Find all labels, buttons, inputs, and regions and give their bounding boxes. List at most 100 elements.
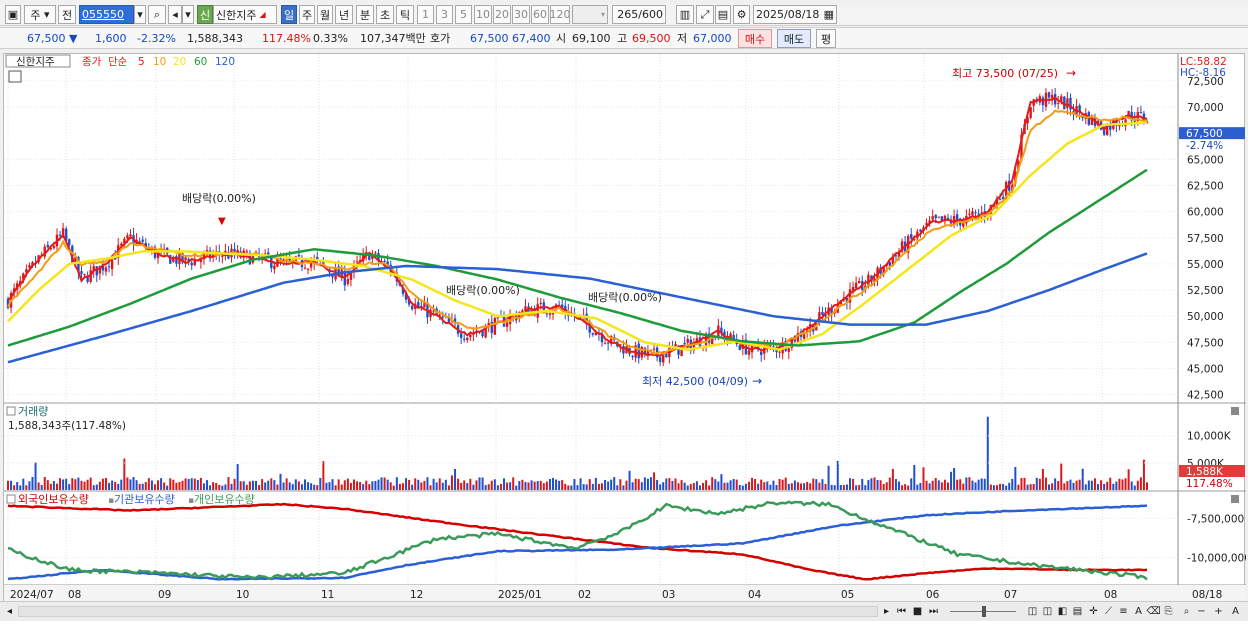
trendline-icon[interactable]: ⟋ <box>1102 604 1115 619</box>
scroll-right-icon[interactable]: ▸ <box>880 604 893 619</box>
minute-option-120[interactable]: 120 <box>550 5 570 24</box>
zoom-slider-thumb[interactable] <box>982 606 986 617</box>
zoom-in-icon[interactable]: + <box>1212 604 1225 619</box>
period-year[interactable]: 년 <box>335 5 353 24</box>
high-annotation: 최고 73,500 (07/25) <box>952 67 1058 80</box>
draw-tool-icon[interactable]: ⤢ <box>696 5 714 24</box>
minute-option-60[interactable]: 60 <box>531 5 549 24</box>
volume-bar <box>729 480 732 490</box>
last-page-icon[interactable]: ⏭ <box>927 604 940 619</box>
sell-button[interactable]: 매도 <box>777 29 811 48</box>
speaker-icon[interactable]: ◂ <box>168 5 182 24</box>
eval-button[interactable]: 평 <box>816 29 836 48</box>
stock-chart-svg[interactable]: 72,50070,00065,00062,50060,00057,50055,0… <box>4 54 1246 602</box>
volume-bar <box>59 478 62 490</box>
period-day[interactable]: 일 <box>281 5 297 24</box>
volume-bar <box>212 482 215 490</box>
scroll-track[interactable] <box>18 606 878 617</box>
volume-bar <box>1118 478 1121 490</box>
volume-bar <box>215 483 218 490</box>
period-month[interactable]: 월 <box>317 5 333 24</box>
speaker-dropdown[interactable]: ▾ <box>182 5 194 24</box>
volume-bar <box>435 482 438 490</box>
stock-code-dropdown[interactable]: ▾ <box>134 5 146 24</box>
font-size-icon[interactable]: A <box>1229 604 1242 619</box>
window-menu-icon[interactable]: ▣ <box>5 5 21 24</box>
period-week[interactable]: 주 <box>299 5 315 24</box>
zoom-icon[interactable]: ⌕ <box>1180 604 1193 619</box>
volume-bar <box>977 479 980 490</box>
minute-option-10[interactable]: 10 <box>474 5 492 24</box>
stock-code-input[interactable]: 055550 <box>79 5 134 24</box>
prev-button[interactable]: 전 <box>58 5 76 24</box>
date-picker[interactable]: 2025/08/18 ▦ <box>753 5 837 24</box>
search-icon[interactable]: ⌕ <box>148 5 166 24</box>
layout-2-icon[interactable]: ◫ <box>1041 604 1054 619</box>
volume-bar <box>600 483 603 490</box>
volume-bar <box>888 477 891 490</box>
volume-bar <box>760 479 763 490</box>
period-minute[interactable]: 분 <box>356 5 374 24</box>
candle-body <box>221 255 224 257</box>
period-second[interactable]: 초 <box>376 5 394 24</box>
fibo-icon[interactable]: ≡ <box>1117 604 1130 619</box>
volume-bar <box>1069 479 1072 490</box>
volume-bar <box>680 480 683 490</box>
turnover-rate: 0.33% <box>313 32 348 45</box>
save-icon[interactable]: ▤ <box>715 5 731 24</box>
volume-bar <box>276 484 279 490</box>
custom-period-input[interactable]: ▾ <box>572 5 608 24</box>
prev-label: 전 <box>61 8 73 22</box>
volume-bar <box>218 484 221 490</box>
volume-bar <box>190 478 193 490</box>
volume-bar <box>411 484 414 490</box>
data-count-total: /600 <box>638 8 663 21</box>
zoom-out-icon[interactable]: − <box>1195 604 1208 619</box>
volume-bar <box>255 480 258 490</box>
volume-bar <box>821 479 824 490</box>
data-count-field[interactable]: 265/600 <box>612 5 666 24</box>
volume-bar <box>971 480 974 490</box>
candle-style-icon[interactable]: ▥ <box>676 5 694 24</box>
text-tool-icon[interactable]: A <box>1132 604 1145 619</box>
volume-bar <box>95 484 98 490</box>
minute-option-1[interactable]: 1 <box>417 5 434 24</box>
calendar-icon[interactable]: ▦ <box>824 8 836 21</box>
first-page-icon[interactable]: ⏮ <box>895 604 908 619</box>
layout-4-icon[interactable]: ▤ <box>1071 604 1084 619</box>
volume-bar <box>1002 484 1005 490</box>
volume-bar <box>37 482 40 490</box>
settings-gear-icon[interactable]: ⚙ <box>733 5 750 24</box>
scroll-left-icon[interactable]: ◂ <box>3 604 16 619</box>
crosshair-icon[interactable]: ✛ <box>1087 604 1100 619</box>
stock-name-field[interactable]: 신한지주 ◢ <box>213 5 277 24</box>
volume-bar <box>815 479 818 490</box>
minute-option-3[interactable]: 3 <box>436 5 453 24</box>
layout-3-icon[interactable]: ◧ <box>1056 604 1069 619</box>
hoga-label: 호가 <box>430 32 451 45</box>
volume-bar <box>129 479 132 490</box>
eraser-icon[interactable]: ⌫ <box>1146 604 1160 619</box>
period-tick[interactable]: 틱 <box>396 5 414 24</box>
chart-area[interactable]: 72,500 70,000 65,000 62,500 60,000 57,500 55,0… <box>3 53 1246 602</box>
volume-bar <box>227 477 230 490</box>
candle-body <box>58 234 62 236</box>
hc-label: HC:-8.16 <box>1180 67 1226 79</box>
volume-bar <box>499 483 502 490</box>
candle-body <box>1139 112 1143 114</box>
minute-option-30[interactable]: 30 <box>512 5 530 24</box>
candle-body <box>591 333 595 335</box>
copy-icon[interactable]: ⎘ <box>1162 604 1175 619</box>
volume-panel-handle <box>6 406 16 416</box>
minute-option-20[interactable]: 20 <box>493 5 511 24</box>
high-price: 69,500 <box>632 32 671 45</box>
layout-1-icon[interactable]: ◫ <box>1026 604 1039 619</box>
market-select[interactable]: 주 ▾ <box>24 5 56 24</box>
stop-icon[interactable]: ■ <box>911 604 924 619</box>
ma-legend-120: 120 <box>215 56 235 68</box>
minute-option-5[interactable]: 5 <box>455 5 472 24</box>
volume-bar <box>925 480 928 490</box>
chart-scroll-bar[interactable]: ◂ ▸ ⏮ ■ ⏭ ◫ ◫ ◧ ▤ ✛ ⟋ ≡ A ⌫ ⎘ ⌕ − + A <box>0 601 1248 621</box>
buy-button[interactable]: 매수 <box>738 29 772 48</box>
volume-bar <box>196 480 199 490</box>
